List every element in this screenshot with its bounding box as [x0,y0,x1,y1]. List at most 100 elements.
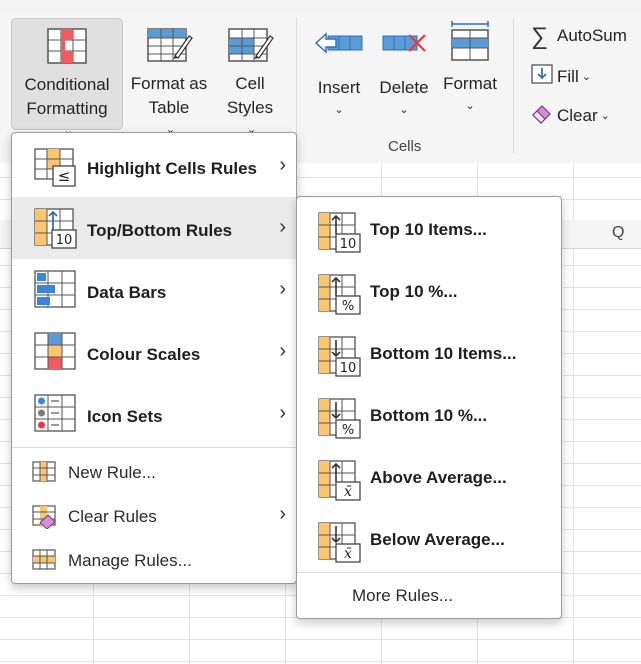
chevron-right-icon: › [279,503,286,525]
menu-item-new-rule[interactable]: New Rule... [12,451,296,494]
menu-item-label: Colour Scales [87,345,201,364]
submenu-item-below-average[interactable]: x̄ Below Average... [297,510,561,570]
chevron-down-icon: ⌄ [399,104,409,116]
manage-rules-icon [32,549,56,576]
svg-text:10: 10 [56,233,73,248]
svg-text:≤: ≤ [58,167,71,185]
insert-cells-icon [314,26,364,69]
icon-sets-icon [34,394,78,439]
menu-separator [297,572,561,573]
delete-cells-icon [379,26,429,69]
format-as-table-icon [145,26,193,73]
data-bars-icon [34,270,78,315]
cell-styles-label-1: Cell [235,74,265,93]
format-as-table-label-1: Format as [130,74,208,93]
autosum-label: AutoSum [557,26,627,45]
svg-text:x̄: x̄ [344,546,352,562]
colour-scales-icon [34,332,78,377]
clear-rules-icon [32,505,58,534]
ribbon-top-strip [0,0,641,10]
cell-styles-icon [226,26,274,73]
submenu-item-above-average[interactable]: x̄ Above Average... [297,448,561,508]
conditional-formatting-menu: ≤ Highlight Cells Rules › 10 Top/Bottom … [11,132,297,584]
svg-text:x̄: x̄ [344,484,352,500]
menu-item-label: Top/Bottom Rules [87,221,233,240]
svg-text:%: % [342,423,354,438]
menu-item-clear-rules[interactable]: Clear Rules › [12,495,296,538]
cells-group-label: Cells [388,138,422,155]
chevron-right-icon: › [279,402,286,424]
cell-styles-button[interactable]: Cell Styles ⌄ [214,18,286,136]
conditional-formatting-button[interactable]: Conditional Formatting ⌄ [11,18,123,137]
svg-text:10: 10 [340,361,357,376]
sigma-icon: ∑ [531,22,549,50]
clear-label: Clear [557,105,598,125]
chevron-right-icon: › [279,154,286,176]
menu-item-label: Highlight Cells Rules [87,159,258,178]
top-bottom-rules-submenu: 10 Top 10 Items... % Top 10 %... 10 Bott… [296,196,562,619]
format-as-table-button[interactable]: Format as Table ⌄ [125,18,213,136]
delete-button[interactable]: Delete ⌄ [374,18,434,130]
conditional-formatting-icon [45,27,89,72]
ribbon-separator [513,18,514,153]
menu-item-label: Data Bars [87,283,167,302]
column-header-q[interactable]: Q [612,224,624,242]
menu-separator [12,447,296,448]
top-percent-icon: % [318,274,362,321]
submenu-item-top-10-percent[interactable]: % Top 10 %... [297,262,561,322]
format-cells-icon [448,20,492,71]
menu-item-data-bars[interactable]: Data Bars › [12,259,296,321]
autosum-button[interactable]: ∑ AutoSum [531,24,627,49]
highlight-cells-icon: ≤ [34,148,78,193]
top-items-icon: 10 [318,212,362,259]
conditional-formatting-label-1: Conditional [24,75,110,94]
svg-text:10: 10 [340,237,357,252]
format-as-table-label-2: Table [148,98,190,117]
chevron-right-icon: › [279,216,286,238]
cell-styles-label-2: Styles [226,98,274,117]
eraser-icon [531,102,557,131]
menu-item-colour-scales[interactable]: Colour Scales › [12,321,296,383]
below-average-icon: x̄ [318,522,362,569]
submenu-item-label: Below Average... [370,530,505,549]
bottom-percent-icon: % [318,398,362,445]
format-label: Format [443,74,497,93]
chevron-right-icon: › [279,278,286,300]
insert-label: Insert [317,78,361,97]
submenu-item-label: Top 10 %... [370,282,458,301]
submenu-item-label: Bottom 10 %... [370,406,488,425]
menu-item-icon-sets[interactable]: Icon Sets › [12,383,296,445]
top-bottom-icon: 10 [34,208,78,255]
delete-label: Delete [379,78,429,97]
submenu-item-label: Above Average... [370,468,507,487]
submenu-item-label: Top 10 Items... [370,220,487,239]
submenu-item-bottom-10-percent[interactable]: % Bottom 10 %... [297,386,561,446]
submenu-item-top-10-items[interactable]: 10 Top 10 Items... [297,200,561,260]
menu-item-label: Manage Rules... [68,551,192,570]
menu-item-label: Icon Sets [87,407,163,426]
above-average-icon: x̄ [318,460,362,507]
menu-item-top-bottom-rules[interactable]: 10 Top/Bottom Rules › [12,197,296,259]
chevron-right-icon: › [279,340,286,362]
format-button[interactable]: Format ⌄ [438,18,502,130]
menu-item-label: Clear Rules [68,507,157,526]
chevron-down-icon: ⌄ [581,70,591,83]
clear-button[interactable]: Clear ⌄ [531,102,610,131]
submenu-item-more-rules[interactable]: More Rules... [297,575,561,617]
submenu-item-bottom-10-items[interactable]: 10 Bottom 10 Items... [297,324,561,384]
menu-item-label: New Rule... [68,463,156,482]
chevron-down-icon: ⌄ [465,100,475,112]
fill-label: Fill [557,66,579,86]
more-rules-label: More Rules... [352,586,454,605]
conditional-formatting-label-2: Formatting [26,99,108,118]
chevron-down-icon: ⌄ [600,109,610,122]
menu-item-manage-rules[interactable]: Manage Rules... [12,539,296,582]
bottom-items-icon: 10 [318,336,362,383]
fill-button[interactable]: Fill ⌄ [531,63,591,92]
insert-button[interactable]: Insert ⌄ [310,18,368,130]
chevron-down-icon: ⌄ [334,104,344,116]
new-rule-icon [32,461,56,488]
submenu-item-label: Bottom 10 Items... [370,344,517,363]
fill-down-icon [531,63,557,92]
menu-item-highlight-cells-rules[interactable]: ≤ Highlight Cells Rules › [12,135,296,197]
